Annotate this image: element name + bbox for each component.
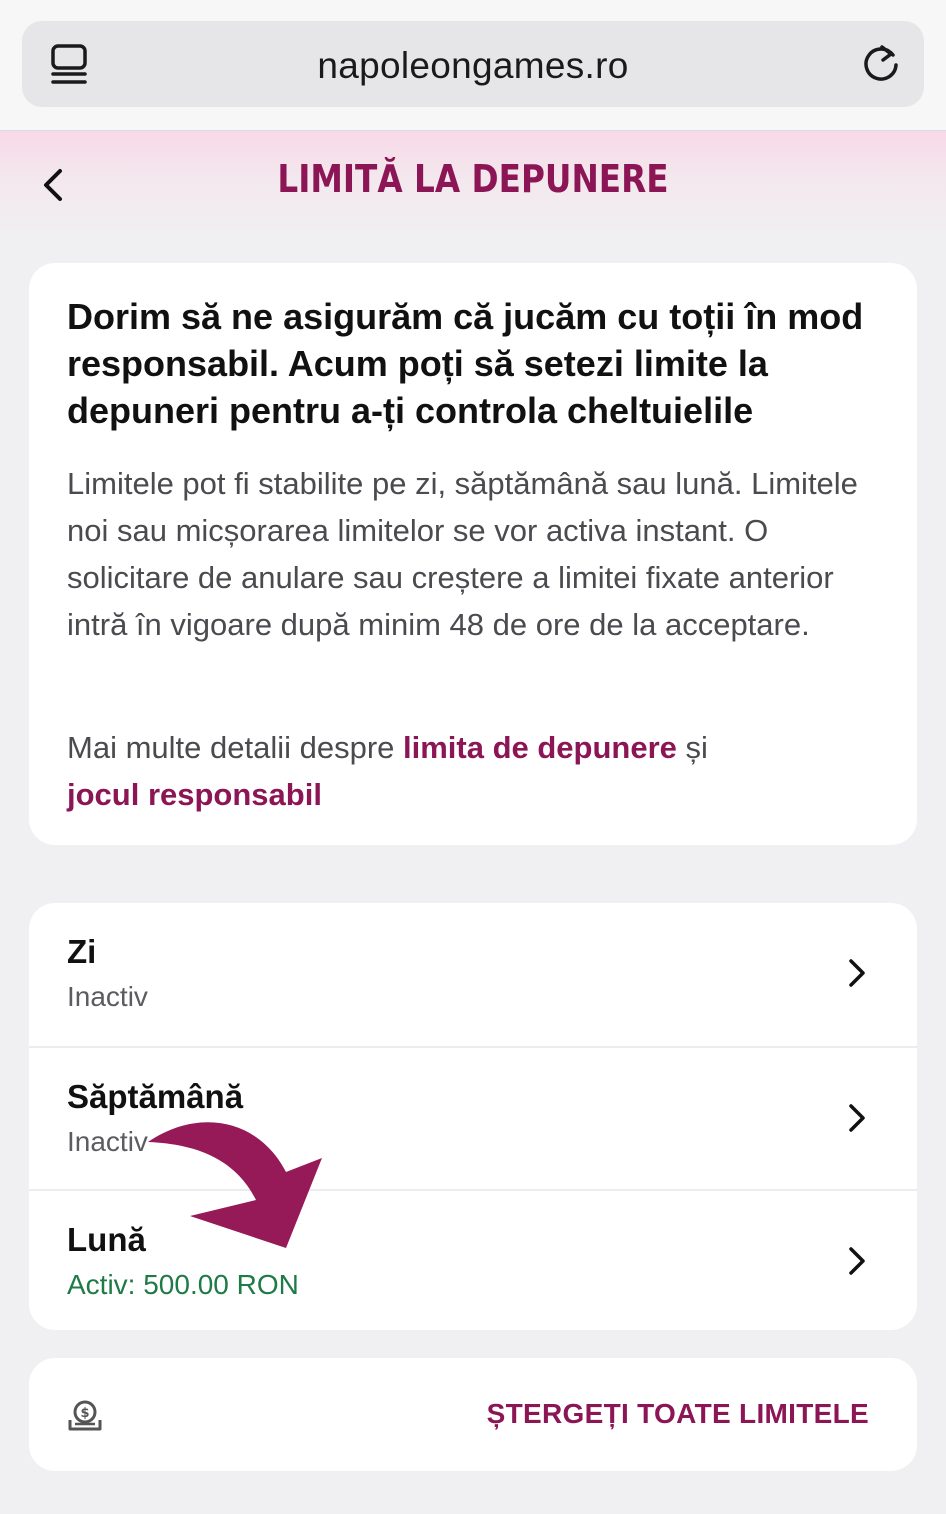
page-header: LIMITĂ LA DEPUNERE bbox=[0, 131, 946, 241]
chevron-right-icon bbox=[849, 1104, 865, 1132]
browser-toolbar: napoleongames.ro bbox=[0, 0, 946, 131]
money-icon: $ bbox=[68, 1400, 102, 1431]
info-links-prefix: Mai multe detalii despre bbox=[67, 730, 403, 765]
limit-row-day[interactable]: Zi Inactiv bbox=[29, 903, 917, 1045]
info-card: Dorim să ne asigurăm că jucăm cu toții î… bbox=[29, 263, 917, 845]
address-bar[interactable]: napoleongames.ro bbox=[22, 21, 924, 107]
limit-status: Inactiv bbox=[67, 1126, 148, 1157]
arrow-annotation-icon bbox=[148, 1122, 322, 1248]
info-links-middle: și bbox=[676, 730, 708, 765]
chevron-right-icon bbox=[849, 1247, 865, 1275]
url-text[interactable]: napoleongames.ro bbox=[22, 45, 924, 87]
back-chevron-icon[interactable] bbox=[38, 165, 70, 205]
svg-text:$: $ bbox=[80, 1406, 89, 1421]
page-title: LIMITĂ LA DEPUNERE bbox=[277, 157, 669, 201]
limit-name: Lună bbox=[67, 1221, 146, 1258]
reload-icon[interactable] bbox=[860, 43, 902, 85]
deposit-limit-link[interactable]: limita de depunere bbox=[403, 730, 677, 765]
responsible-play-link[interactable]: jocul responsabil bbox=[67, 777, 322, 812]
clear-limits-card: $ ȘTERGEȚI TOATE LIMITELE bbox=[29, 1358, 917, 1471]
info-body: Limitele pot fi stabilite pe zi, săptămâ… bbox=[67, 466, 858, 642]
limit-status: Inactiv bbox=[67, 981, 148, 1012]
clear-all-limits-button[interactable]: ȘTERGEȚI TOATE LIMITELE bbox=[487, 1398, 869, 1430]
limit-name: Zi bbox=[67, 933, 97, 970]
limit-status: Activ: 500.00 RON bbox=[67, 1269, 299, 1300]
info-links: Mai multe detalii despre limita de depun… bbox=[67, 724, 897, 818]
chevron-right-icon bbox=[849, 959, 865, 987]
info-heading: Dorim să ne asigurăm că jucăm cu toții î… bbox=[67, 296, 864, 431]
